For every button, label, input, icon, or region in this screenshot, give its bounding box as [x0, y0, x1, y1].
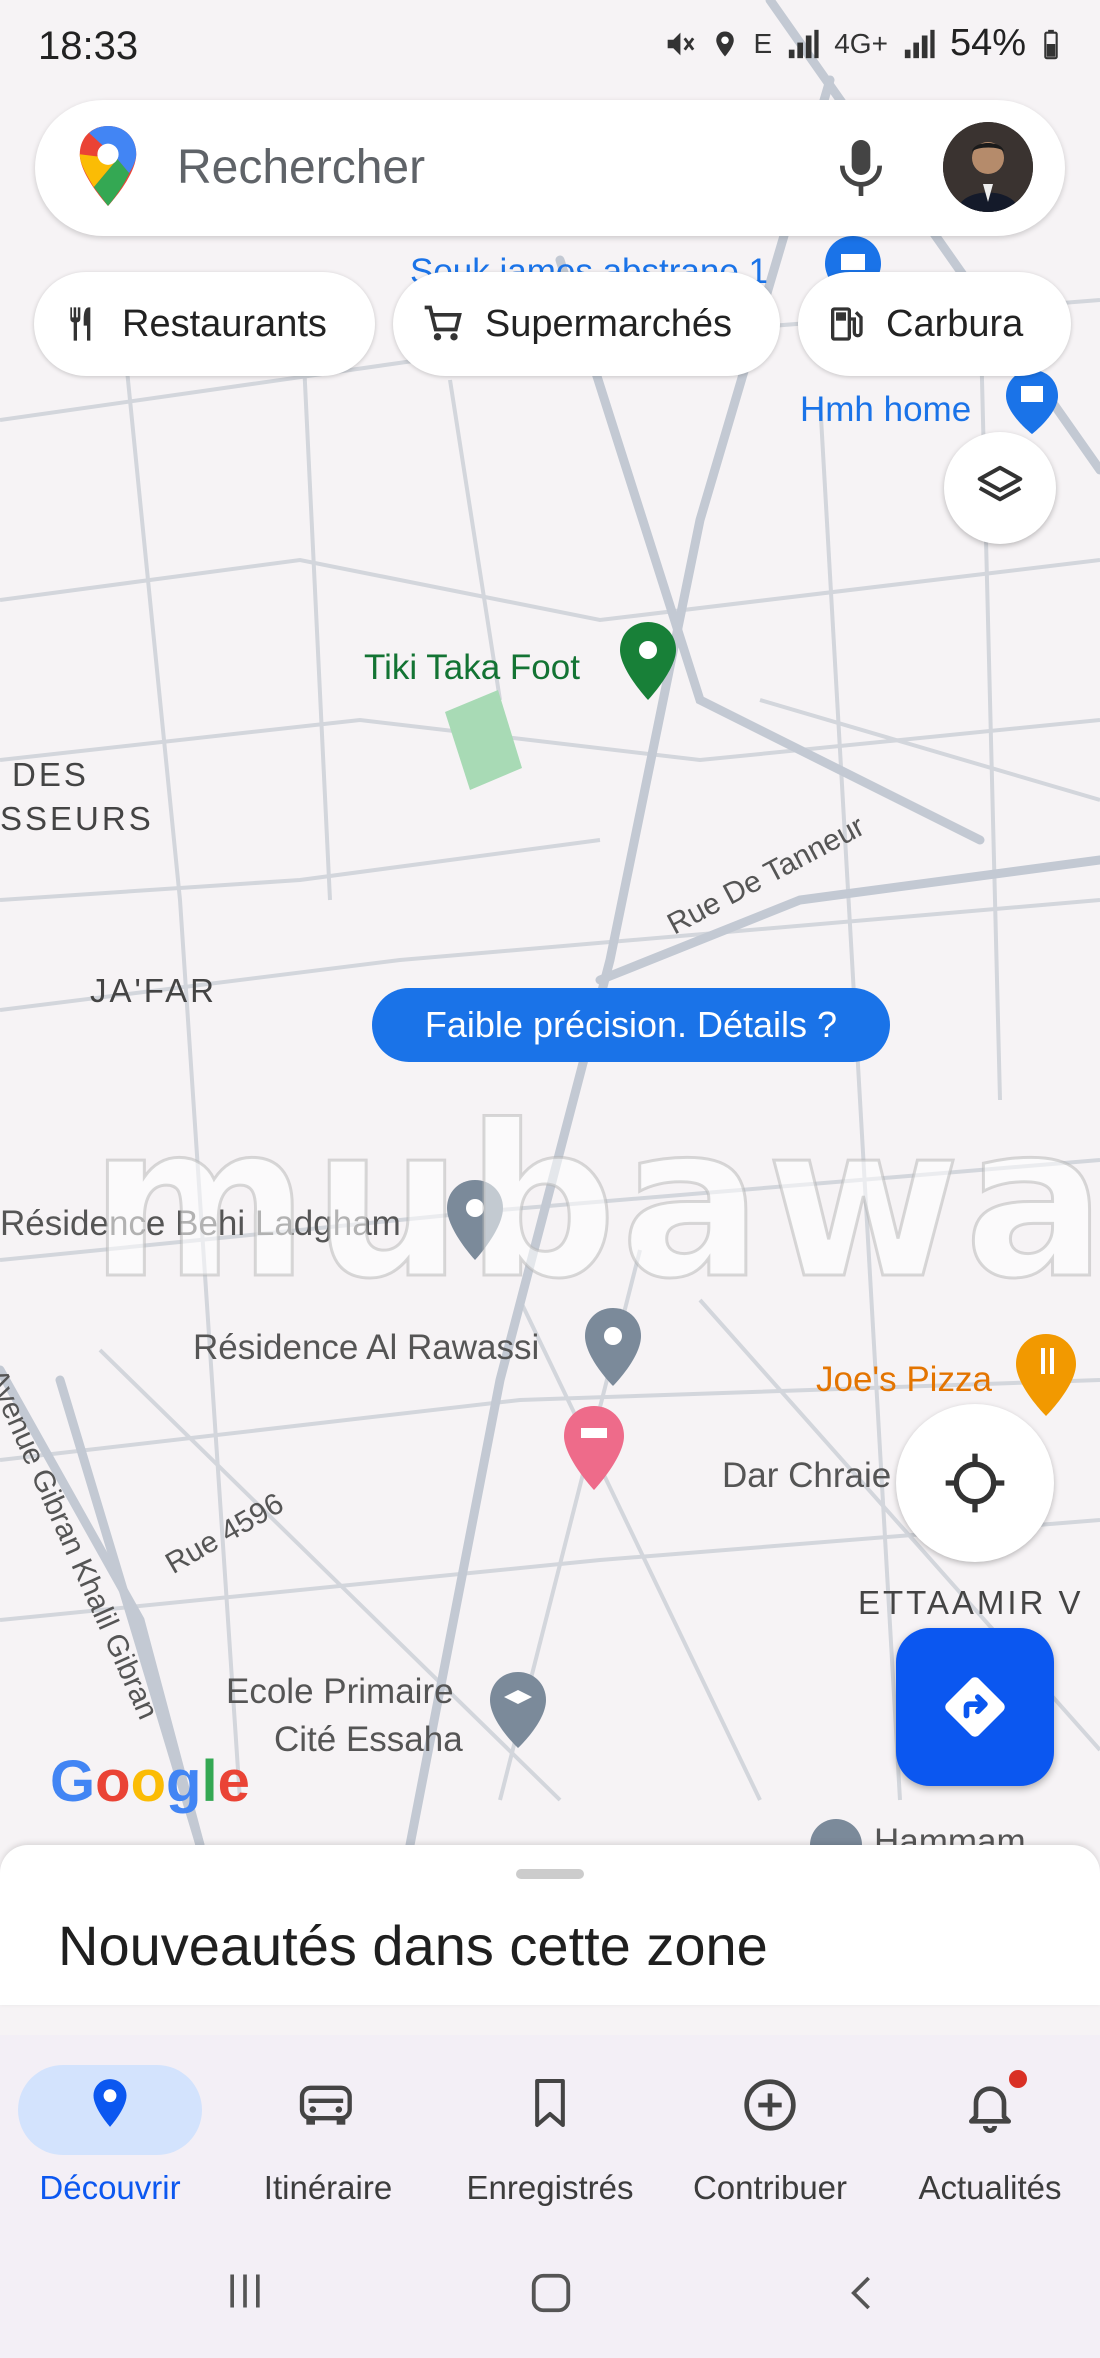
map-label-ettaamir: ETTAAMIR V	[858, 1584, 1084, 1621]
account-avatar[interactable]	[943, 122, 1033, 212]
signal-bars-icon	[789, 29, 819, 58]
shop-pin-icon	[1006, 370, 1058, 434]
chip-restaurants-label: Restaurants	[122, 302, 327, 345]
bottom-sheet[interactable]: Nouveautés dans cette zone	[0, 1845, 1100, 2005]
map-label-sseurs: SSEURS	[0, 800, 154, 837]
chip-supermarches[interactable]: Supermarchés	[392, 272, 781, 376]
back-icon[interactable]	[842, 2269, 882, 2317]
sheet-title: Nouveautés dans cette zone	[58, 1914, 768, 1977]
nav-decouvrir[interactable]: Découvrir	[0, 2047, 220, 2227]
category-chips: Restaurants Supermarchés Carbura	[34, 272, 1072, 376]
map-label-jafar: JA'FAR	[90, 972, 217, 1009]
map-label-dar-chraie[interactable]: Dar Chraie	[722, 1456, 891, 1496]
chip-restaurants[interactable]: Restaurants	[34, 272, 375, 376]
tiki-taka-pin-icon	[620, 622, 676, 700]
fuel-icon	[831, 307, 863, 341]
map-label-tiki-taka[interactable]: Tiki Taka Foot	[364, 648, 580, 688]
layers-icon	[977, 465, 1023, 502]
network-type-label: 4G+	[834, 27, 888, 59]
status-icons: E 4G+ 54%	[662, 22, 1062, 65]
directions-button[interactable]	[896, 1628, 1054, 1786]
home-icon[interactable]	[528, 2269, 574, 2317]
map-label-hammam[interactable]: Hammam	[874, 1822, 1026, 1845]
search-bar[interactable]: Rechercher	[35, 100, 1065, 236]
nav-enregistres-label: Enregistrés	[466, 2169, 634, 2206]
watermark: mubawab	[88, 1079, 1100, 1327]
map-label-ecole-line2[interactable]: Cité Essaha	[274, 1720, 463, 1760]
car-route-icon	[299, 2085, 352, 2125]
map-label-residence-rawassi[interactable]: Résidence Al Rawassi	[193, 1328, 539, 1368]
low-accuracy-chip[interactable]: Faible précision. Détails ?	[372, 988, 890, 1062]
status-time: 18:33	[38, 24, 139, 68]
search-placeholder[interactable]: Rechercher	[177, 140, 425, 195]
signal-e-label: E	[753, 27, 773, 59]
map-label-ecole-line1[interactable]: Ecole Primaire	[226, 1672, 454, 1712]
mute-icon	[667, 32, 694, 55]
battery-percent: 54%	[949, 22, 1026, 64]
nav-itineraire[interactable]: Itinéraire	[218, 2047, 438, 2227]
crosshair-icon	[945, 1453, 1005, 1513]
nav-enregistres[interactable]: Enregistrés	[440, 2047, 660, 2227]
google-logo: Google	[50, 1749, 250, 1814]
nav-actualites-label: Actualités	[918, 2169, 1062, 2206]
nav-actualites[interactable]: Actualités	[880, 2047, 1100, 2227]
school-pin-icon	[490, 1672, 546, 1748]
microphone-icon[interactable]	[833, 134, 889, 202]
my-location-button[interactable]	[896, 1404, 1054, 1562]
bottom-navigation: Découvrir Itinéraire Enregistrés Contrib…	[0, 2035, 1100, 2235]
notification-badge-icon	[1009, 2070, 1027, 2088]
chip-supermarches-label: Supermarchés	[484, 302, 733, 345]
google-maps-pin-icon	[79, 126, 137, 206]
restaurant-pin-icon	[1016, 1334, 1076, 1416]
system-navigation-bar	[0, 2235, 1100, 2358]
nav-decouvrir-label: Découvrir	[39, 2169, 181, 2206]
map-label-hmh-home[interactable]: Hmh home	[800, 390, 971, 430]
profile-photo-icon	[943, 122, 1033, 212]
nav-itineraire-label: Itinéraire	[263, 2169, 393, 2206]
bookmark-icon	[535, 2078, 565, 2128]
cart-icon	[424, 305, 462, 341]
chip-carburant-label: Carbura	[886, 302, 1024, 345]
chip-carburant[interactable]: Carbura	[798, 272, 1072, 376]
sheet-drag-handle[interactable]	[516, 1869, 584, 1879]
signal-bars-2-icon	[904, 29, 935, 58]
nav-contribuer[interactable]: Contribuer	[660, 2047, 880, 2227]
hammam-pin-icon	[810, 1819, 862, 1845]
restaurant-icon	[70, 307, 91, 341]
nav-contribuer-label: Contribuer	[692, 2169, 848, 2206]
layers-button[interactable]	[944, 432, 1056, 544]
add-circle-icon	[744, 2079, 796, 2131]
location-status-icon	[715, 31, 734, 56]
map-label-des: DES	[12, 756, 89, 793]
status-bar: 18:33 E 4G+ 54%	[0, 0, 1100, 96]
hotel-pin-icon	[564, 1406, 624, 1490]
explore-pin-icon	[93, 2079, 127, 2127]
recent-apps-icon[interactable]	[222, 2269, 268, 2313]
directions-icon	[945, 1677, 1005, 1737]
map-label-joes-pizza[interactable]: Joe's Pizza	[816, 1360, 992, 1400]
battery-icon	[1044, 29, 1058, 59]
